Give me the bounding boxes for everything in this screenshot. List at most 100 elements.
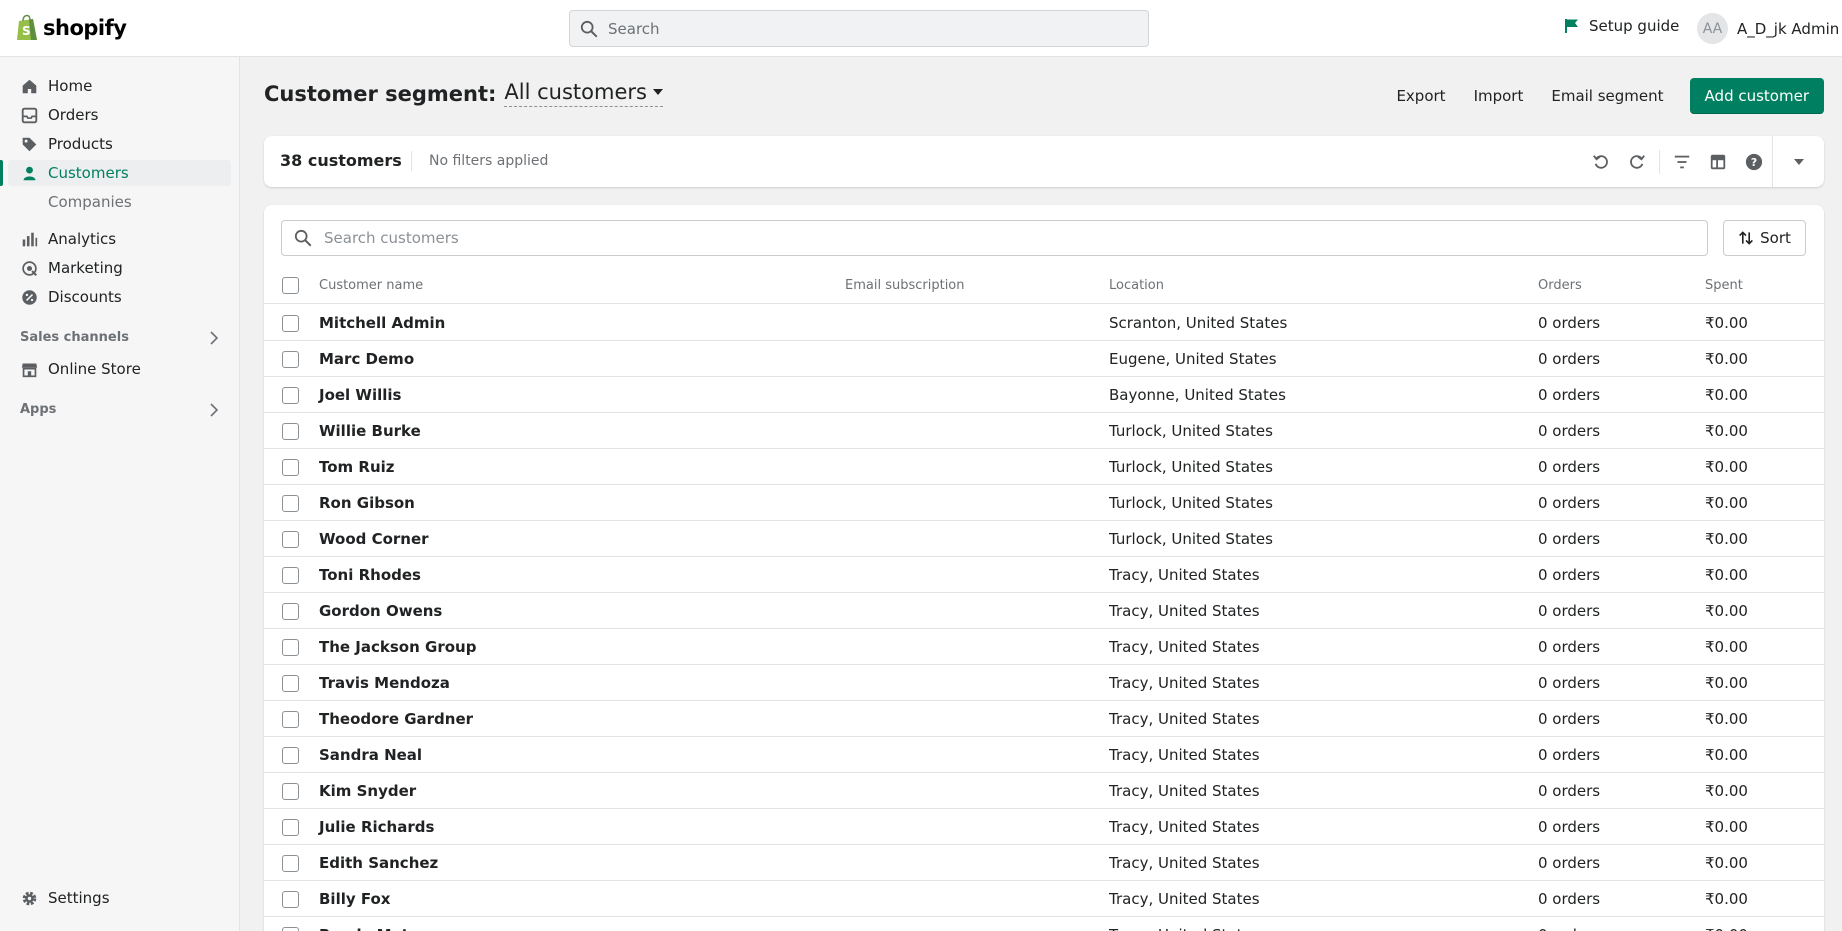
- column-header-email[interactable]: Email subscription: [845, 267, 965, 304]
- column-header-orders[interactable]: Orders: [1538, 267, 1582, 304]
- customer-name[interactable]: Mitchell Admin: [319, 305, 445, 341]
- sales-channels-section[interactable]: Sales channels: [20, 330, 220, 345]
- table-row[interactable]: Toni Rhodes Tracy, United States 0 orders ₹…: [264, 557, 1824, 593]
- customer-name[interactable]: Toni Rhodes: [319, 557, 421, 593]
- column-header-spent[interactable]: Spent: [1705, 267, 1743, 304]
- table-row[interactable]: Wood Corner Turlock, United States 0 order…: [264, 521, 1824, 557]
- row-checkbox[interactable]: [282, 710, 299, 728]
- sidebar-item-discounts[interactable]: Discounts: [8, 284, 231, 310]
- row-checkbox[interactable]: [282, 566, 299, 584]
- customer-name[interactable]: Kim Snyder: [319, 773, 416, 809]
- sidebar-item-home[interactable]: Home: [8, 73, 231, 99]
- row-checkbox[interactable]: [282, 422, 299, 440]
- row-checkbox[interactable]: [282, 890, 299, 908]
- store-icon: [21, 363, 38, 377]
- customer-name[interactable]: Theodore Gardner: [319, 701, 473, 737]
- sort-button[interactable]: Sort: [1723, 220, 1806, 256]
- page-header: Customer segment: All customers: [264, 80, 663, 107]
- row-checkbox[interactable]: [282, 530, 299, 548]
- target-icon: [22, 260, 38, 276]
- row-checkbox[interactable]: [282, 818, 299, 836]
- apps-section[interactable]: Apps: [20, 402, 220, 417]
- row-checkbox[interactable]: [282, 458, 299, 476]
- sidebar-item-products[interactable]: Products: [8, 131, 231, 157]
- table-row[interactable]: Theodore Gardner Tracy, United States 0 or…: [264, 701, 1824, 737]
- sidebar-item-settings[interactable]: Settings: [8, 885, 231, 911]
- sidebar-item-companies[interactable]: Companies: [48, 193, 132, 211]
- table-row[interactable]: Edith Sanchez Tracy, United States 0 order…: [264, 845, 1824, 881]
- table-row[interactable]: Kim Snyder Tracy, United States 0 orders ₹0…: [264, 773, 1824, 809]
- customer-name[interactable]: Billy Fox: [319, 881, 390, 917]
- table-row[interactable]: Ready Mat Tracy, United States 0 orders ₹0.…: [264, 917, 1824, 931]
- row-checkbox[interactable]: [282, 602, 299, 620]
- table-row[interactable]: Sandra Neal Tracy, United States 0 orders ₹…: [264, 737, 1824, 773]
- table-row[interactable]: Joel Willis Bayonne, United States 0 order…: [264, 377, 1824, 413]
- search-icon: [294, 229, 312, 247]
- customer-name[interactable]: Ron Gibson: [319, 485, 415, 521]
- customer-search-input[interactable]: [324, 229, 1694, 247]
- row-checkbox[interactable]: [282, 926, 299, 931]
- customer-name[interactable]: Willie Burke: [319, 413, 421, 449]
- global-search[interactable]: [569, 10, 1149, 47]
- customer-location: Bayonne, United States: [1109, 386, 1286, 404]
- email-segment-button[interactable]: Email segment: [1551, 87, 1663, 105]
- segment-label: All customers: [504, 80, 647, 104]
- sidebar-item-online-store[interactable]: Online Store: [8, 356, 231, 382]
- customer-name[interactable]: Gordon Owens: [319, 593, 442, 629]
- sidebar-item-label: Analytics: [48, 230, 117, 248]
- segment-dropdown[interactable]: All customers: [504, 80, 663, 107]
- row-checkbox[interactable]: [282, 494, 299, 512]
- row-checkbox[interactable]: [282, 638, 299, 656]
- customer-name[interactable]: The Jackson Group: [319, 629, 476, 665]
- user-menu[interactable]: AA A_D_jk Admin: [1697, 13, 1839, 44]
- customer-name[interactable]: Ready Mat: [319, 917, 409, 931]
- setup-guide-button[interactable]: Setup guide: [1564, 17, 1679, 35]
- import-button[interactable]: Import: [1474, 87, 1524, 105]
- customer-name[interactable]: Joel Willis: [319, 377, 401, 413]
- column-header-location[interactable]: Location: [1109, 267, 1164, 304]
- global-search-input[interactable]: [608, 19, 1128, 38]
- add-customer-button[interactable]: Add customer: [1689, 78, 1824, 114]
- table-row[interactable]: Billy Fox Tracy, United States 0 orders ₹0.…: [264, 881, 1824, 917]
- row-checkbox[interactable]: [282, 386, 299, 404]
- sidebar-item-analytics[interactable]: Analytics: [8, 226, 231, 252]
- table-row[interactable]: Mitchell Admin Scranton, United States 0 o…: [264, 305, 1824, 341]
- row-checkbox[interactable]: [282, 854, 299, 872]
- customer-search[interactable]: [281, 220, 1708, 256]
- row-checkbox[interactable]: [282, 314, 299, 332]
- customer-name[interactable]: Julie Richards: [319, 809, 434, 845]
- table-row[interactable]: Gordon Owens Tracy, United States 0 orders…: [264, 593, 1824, 629]
- table-row[interactable]: The Jackson Group Tracy, United States 0 o…: [264, 629, 1824, 665]
- row-checkbox[interactable]: [282, 674, 299, 692]
- toolbar-more-dropdown[interactable]: [1772, 136, 1824, 187]
- table-row[interactable]: Tom Ruiz Turlock, United States 0 orders ₹0…: [264, 449, 1824, 485]
- sidebar-item-customers[interactable]: Customers: [0, 160, 231, 186]
- columns-button[interactable]: [1700, 136, 1736, 187]
- sidebar-item-orders[interactable]: Orders: [8, 102, 231, 128]
- customer-name[interactable]: Sandra Neal: [319, 737, 422, 773]
- customer-name[interactable]: Travis Mendoza: [319, 665, 450, 701]
- customer-name[interactable]: Tom Ruiz: [319, 449, 395, 485]
- table-row[interactable]: Marc Demo Eugene, United States 0 orders ₹0…: [264, 341, 1824, 377]
- table-row[interactable]: Willie Burke Turlock, United States 0 orde…: [264, 413, 1824, 449]
- column-header-name[interactable]: Customer name: [319, 267, 423, 304]
- table-row[interactable]: Ron Gibson Turlock, United States 0 orders…: [264, 485, 1824, 521]
- customer-name[interactable]: Marc Demo: [319, 341, 414, 377]
- shopify-logo[interactable]: S shopify: [15, 14, 127, 42]
- undo-button[interactable]: [1583, 136, 1619, 187]
- help-button[interactable]: ?: [1736, 136, 1772, 187]
- filter-button[interactable]: [1664, 136, 1700, 187]
- select-all-checkbox[interactable]: [282, 277, 299, 294]
- export-button[interactable]: Export: [1396, 87, 1445, 105]
- row-checkbox[interactable]: [282, 782, 299, 800]
- customer-name[interactable]: Edith Sanchez: [319, 845, 438, 881]
- row-checkbox[interactable]: [282, 350, 299, 368]
- sales-channels-label: Sales channels: [20, 330, 129, 345]
- sidebar-item-marketing[interactable]: Marketing: [8, 255, 231, 281]
- row-checkbox[interactable]: [282, 746, 299, 764]
- redo-button[interactable]: [1619, 136, 1655, 187]
- table-row[interactable]: Travis Mendoza Tracy, United States 0 orde…: [264, 665, 1824, 701]
- customer-name[interactable]: Wood Corner: [319, 521, 429, 557]
- table-row[interactable]: Julie Richards Tracy, United States 0 orde…: [264, 809, 1824, 845]
- customer-location: Turlock, United States: [1109, 530, 1273, 548]
